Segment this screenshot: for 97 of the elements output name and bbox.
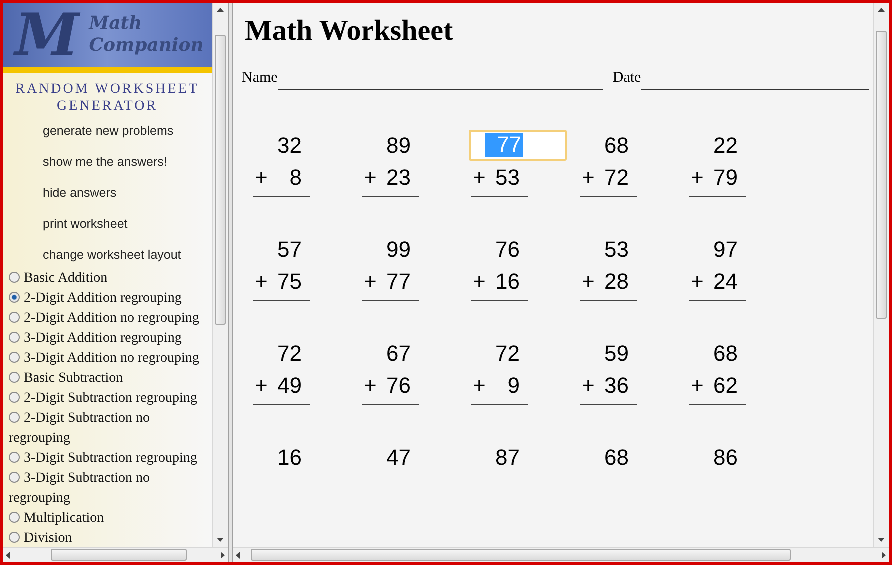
problem-number: 68 <box>604 132 630 160</box>
scroll-left-arrow-icon[interactable] <box>6 552 10 558</box>
problem-number: 68 <box>712 340 739 368</box>
problem-number: 59 <box>604 340 630 368</box>
worksheet-type-option[interactable]: Basic Addition <box>5 269 212 289</box>
plus-sign: + <box>581 164 595 192</box>
problem-number: 79 <box>714 164 738 192</box>
worksheet-type-option[interactable]: 3-Digit Subtraction no regrouping <box>5 469 212 509</box>
problem-number: 16 <box>496 268 520 296</box>
problem-number: 53 <box>604 236 630 264</box>
plus-sign: + <box>363 164 377 192</box>
worksheet-type-option[interactable]: Basic Subtraction <box>5 369 212 389</box>
logo-letter: M <box>15 6 80 64</box>
problem-number: 99 <box>386 236 412 264</box>
sidebar-link[interactable]: print worksheet <box>43 214 212 234</box>
problem-number: 49 <box>278 372 302 400</box>
radio-button[interactable] <box>9 292 20 303</box>
problem-number: 22 <box>712 132 739 160</box>
problem-number: 24 <box>714 268 738 296</box>
problem-number: 68 <box>604 444 630 472</box>
radio-button[interactable] <box>9 352 20 363</box>
problem-number: 72 <box>604 164 629 192</box>
scroll-down-arrow-icon[interactable] <box>878 538 885 542</box>
sidebar-heading: RANDOM WORKSHEET GENERATOR <box>14 81 200 115</box>
date-label: Date <box>612 69 642 88</box>
scroll-up-arrow-icon[interactable] <box>217 8 224 12</box>
plus-sign: + <box>363 372 377 400</box>
worksheet-type-option[interactable]: Multiplication <box>5 509 212 529</box>
plus-sign: + <box>472 268 486 296</box>
worksheet-type-option[interactable]: Division <box>5 529 212 547</box>
scroll-up-arrow-icon[interactable] <box>878 8 885 12</box>
scroll-right-arrow-icon[interactable] <box>882 552 886 558</box>
problem-number: 28 <box>604 268 629 296</box>
problem-number: 62 <box>714 372 738 400</box>
worksheet-type-option[interactable]: 2-Digit Subtraction no regrouping <box>5 409 212 449</box>
vertical-scrollbar[interactable] <box>212 3 228 547</box>
problem-number: 53 <box>496 164 520 192</box>
worksheet-type-option[interactable]: 3-Digit Subtraction regrouping <box>5 449 212 469</box>
vertical-scrollbar[interactable] <box>873 3 889 547</box>
worksheet-type-option[interactable]: 2-Digit Addition regrouping <box>5 289 212 309</box>
scroll-left-arrow-icon[interactable] <box>236 552 240 558</box>
plus-sign: + <box>690 372 704 400</box>
logo-text: Companion <box>89 35 204 57</box>
radio-button[interactable] <box>9 272 20 283</box>
plus-sign: + <box>581 268 595 296</box>
scroll-down-arrow-icon[interactable] <box>217 538 224 542</box>
problem-number: 75 <box>278 268 302 296</box>
problem-number: 72 <box>276 340 303 368</box>
sidebar-link[interactable]: show me the answers! <box>43 152 212 172</box>
problem-number: 87 <box>494 444 521 472</box>
problem-number: 76 <box>386 372 411 400</box>
worksheet-type-option[interactable]: 2-Digit Subtraction regrouping <box>5 389 212 409</box>
plus-sign: + <box>690 164 704 192</box>
sidebar-link[interactable]: generate new problems <box>43 121 212 141</box>
name-label: Name <box>242 69 278 88</box>
horizontal-scrollbar[interactable] <box>233 547 889 562</box>
radio-button[interactable] <box>9 412 20 423</box>
problem-number: 8 <box>290 164 302 192</box>
plus-sign: + <box>254 164 268 192</box>
problem-number: 77 <box>386 268 411 296</box>
plus-sign: + <box>690 268 704 296</box>
problem-number: 89 <box>386 132 412 160</box>
radio-button[interactable] <box>9 472 20 483</box>
radio-button[interactable] <box>9 512 20 523</box>
problem-number: 86 <box>712 444 739 472</box>
problem-number: 9 <box>508 372 520 400</box>
scroll-right-arrow-icon[interactable] <box>221 552 225 558</box>
radio-button[interactable] <box>9 392 20 403</box>
problem-number: 23 <box>386 164 411 192</box>
worksheet-type-option[interactable]: 2-Digit Addition no regrouping <box>5 309 212 329</box>
worksheet-type-option[interactable]: 3-Digit Addition no regrouping <box>5 349 212 369</box>
plus-sign: + <box>472 372 486 400</box>
plus-sign: + <box>254 268 268 296</box>
sidebar-link[interactable]: change worksheet layout <box>43 245 212 265</box>
sidebar-link[interactable]: hide answers <box>43 183 212 203</box>
worksheet-title: Math Worksheet <box>245 14 454 49</box>
problem-number: 72 <box>494 340 521 368</box>
problem-number: 16 <box>276 444 303 472</box>
problem-number: 36 <box>604 372 629 400</box>
problem-number: 47 <box>386 444 412 472</box>
horizontal-scrollbar[interactable] <box>3 547 228 562</box>
worksheet-type-option[interactable]: 3-Digit Addition regrouping <box>5 329 212 349</box>
problem-number: 97 <box>712 236 739 264</box>
problem-number: 32 <box>276 132 303 160</box>
problem-number: 67 <box>386 340 412 368</box>
radio-button[interactable] <box>9 452 20 463</box>
radio-button[interactable] <box>9 312 20 323</box>
problem-number: 57 <box>276 236 303 264</box>
plus-sign: + <box>581 372 595 400</box>
radio-button[interactable] <box>9 532 20 543</box>
problem-number: 76 <box>494 236 521 264</box>
logo-text: Math <box>89 13 144 35</box>
plus-sign: + <box>472 164 486 192</box>
radio-button[interactable] <box>9 332 20 343</box>
plus-sign: + <box>363 268 377 296</box>
radio-button[interactable] <box>9 372 20 383</box>
plus-sign: + <box>254 372 268 400</box>
